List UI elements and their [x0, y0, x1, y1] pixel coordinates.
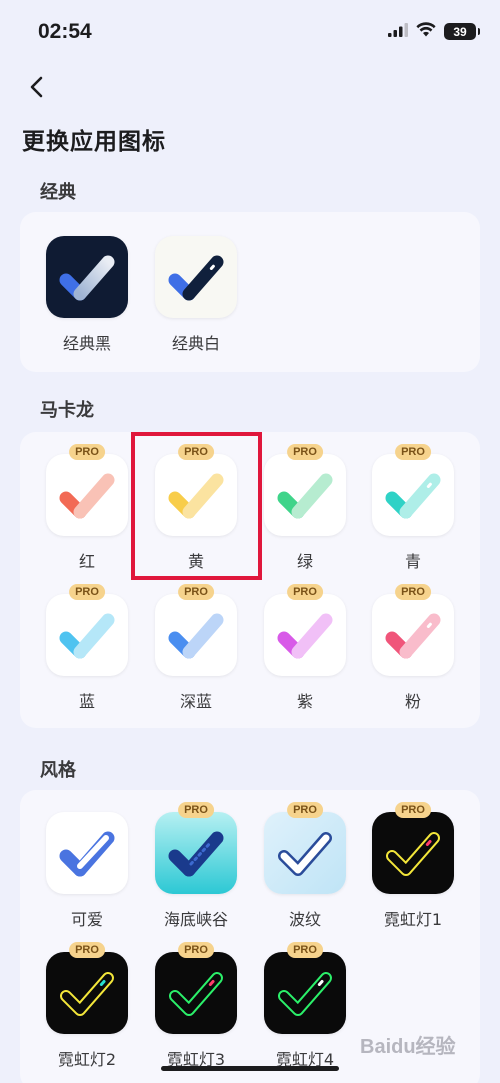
- pro-badge: PRO: [287, 444, 323, 460]
- watermark: Baidu经验: [360, 1036, 456, 1058]
- macaron-deep-blue-icon: [155, 594, 237, 676]
- pro-badge: PRO: [395, 444, 431, 460]
- neon-1-icon: [372, 812, 454, 894]
- icon-label: 紫: [296, 692, 313, 711]
- status-icons: 39: [388, 22, 480, 41]
- pro-badge: PRO: [395, 802, 431, 818]
- icon-option-blue[interactable]: PRO 蓝: [45, 584, 129, 712]
- macaron-card: PRO 红 PRO 黄 PRO 绿 PRO 青 PRO 蓝 PRO 深蓝 PRO…: [20, 432, 480, 728]
- pro-badge: PRO: [69, 584, 105, 600]
- pro-badge: PRO: [178, 942, 214, 958]
- icon-label: 深蓝: [179, 692, 212, 711]
- icon-label: 霓虹灯1: [383, 910, 443, 929]
- icon-option-neon-3[interactable]: PRO 霓虹灯3: [154, 942, 238, 1070]
- icon-option-red[interactable]: PRO 红: [45, 444, 129, 572]
- icon-label: 红: [78, 552, 95, 571]
- section-title-classic: 经典: [40, 182, 76, 203]
- icon-label: 青: [404, 552, 421, 571]
- classic-card: 经典黑 经典白: [20, 212, 480, 372]
- icon-option-yellow[interactable]: PRO 黄: [154, 444, 238, 572]
- ripple-icon: [264, 812, 346, 894]
- icon-option-green[interactable]: PRO 绿: [263, 444, 347, 572]
- chevron-left-icon: [29, 76, 45, 102]
- neon-4-icon: [264, 952, 346, 1034]
- icon-label: 波纹: [288, 910, 321, 929]
- icon-option-deep-blue[interactable]: PRO 深蓝: [154, 584, 238, 712]
- pro-badge: PRO: [287, 584, 323, 600]
- cute-icon: [46, 812, 128, 894]
- icon-option-seabed-canyon[interactable]: PRO 海底峡谷: [154, 802, 238, 930]
- pro-badge: PRO: [287, 942, 323, 958]
- icon-option-purple[interactable]: PRO 紫: [263, 584, 347, 712]
- icon-label: 黄: [187, 552, 204, 571]
- seabed-canyon-icon: [155, 812, 237, 894]
- macaron-purple-icon: [264, 594, 346, 676]
- macaron-yellow-icon: [155, 454, 237, 536]
- icon-label: 经典白: [171, 334, 220, 353]
- macaron-green-icon: [264, 454, 346, 536]
- page-title: 更换应用图标: [22, 129, 166, 155]
- icon-option-classic-black[interactable]: 经典黑: [45, 236, 129, 354]
- macaron-red-icon: [46, 454, 128, 536]
- section-title-macaron: 马卡龙: [40, 400, 94, 421]
- icon-label: 霓虹灯2: [57, 1050, 117, 1069]
- icon-label: 蓝: [78, 692, 95, 711]
- home-indicator[interactable]: [161, 1066, 339, 1071]
- icon-option-neon-2[interactable]: PRO 霓虹灯2: [45, 942, 129, 1070]
- icon-option-cute[interactable]: 可爱: [45, 812, 129, 930]
- status-bar: 02:54 39: [0, 0, 500, 64]
- neon-3-icon: [155, 952, 237, 1034]
- icon-option-cyan[interactable]: PRO 青: [371, 444, 455, 572]
- status-time: 02:54: [38, 20, 92, 43]
- wifi-icon: [416, 22, 436, 41]
- macaron-blue-icon: [46, 594, 128, 676]
- pro-badge: PRO: [178, 802, 214, 818]
- pro-badge: PRO: [69, 444, 105, 460]
- pro-badge: PRO: [178, 584, 214, 600]
- icon-option-classic-white[interactable]: 经典白: [154, 236, 238, 354]
- battery-icon: 39: [444, 23, 480, 40]
- icon-option-pink[interactable]: PRO 粉: [371, 584, 455, 712]
- icon-label: 绿: [296, 552, 313, 571]
- icon-label: 经典黑: [62, 334, 111, 353]
- icon-label: 粉: [404, 692, 421, 711]
- macaron-cyan-icon: [372, 454, 454, 536]
- icon-option-ripple[interactable]: PRO 波纹: [263, 802, 347, 930]
- pro-badge: PRO: [69, 942, 105, 958]
- cellular-signal-icon: [388, 22, 408, 41]
- neon-2-icon: [46, 952, 128, 1034]
- icon-option-neon-1[interactable]: PRO 霓虹灯1: [371, 802, 455, 930]
- pro-badge: PRO: [178, 444, 214, 460]
- icon-option-neon-4[interactable]: PRO 霓虹灯4: [263, 942, 347, 1070]
- section-title-style: 风格: [40, 760, 76, 781]
- pro-badge: PRO: [395, 584, 431, 600]
- pro-badge: PRO: [287, 802, 323, 818]
- back-button[interactable]: [22, 74, 52, 104]
- icon-label: 海底峡谷: [163, 910, 228, 929]
- icon-label: 可爱: [70, 910, 103, 929]
- macaron-pink-icon: [372, 594, 454, 676]
- classic-black-icon: [46, 236, 128, 318]
- classic-white-icon: [155, 236, 237, 318]
